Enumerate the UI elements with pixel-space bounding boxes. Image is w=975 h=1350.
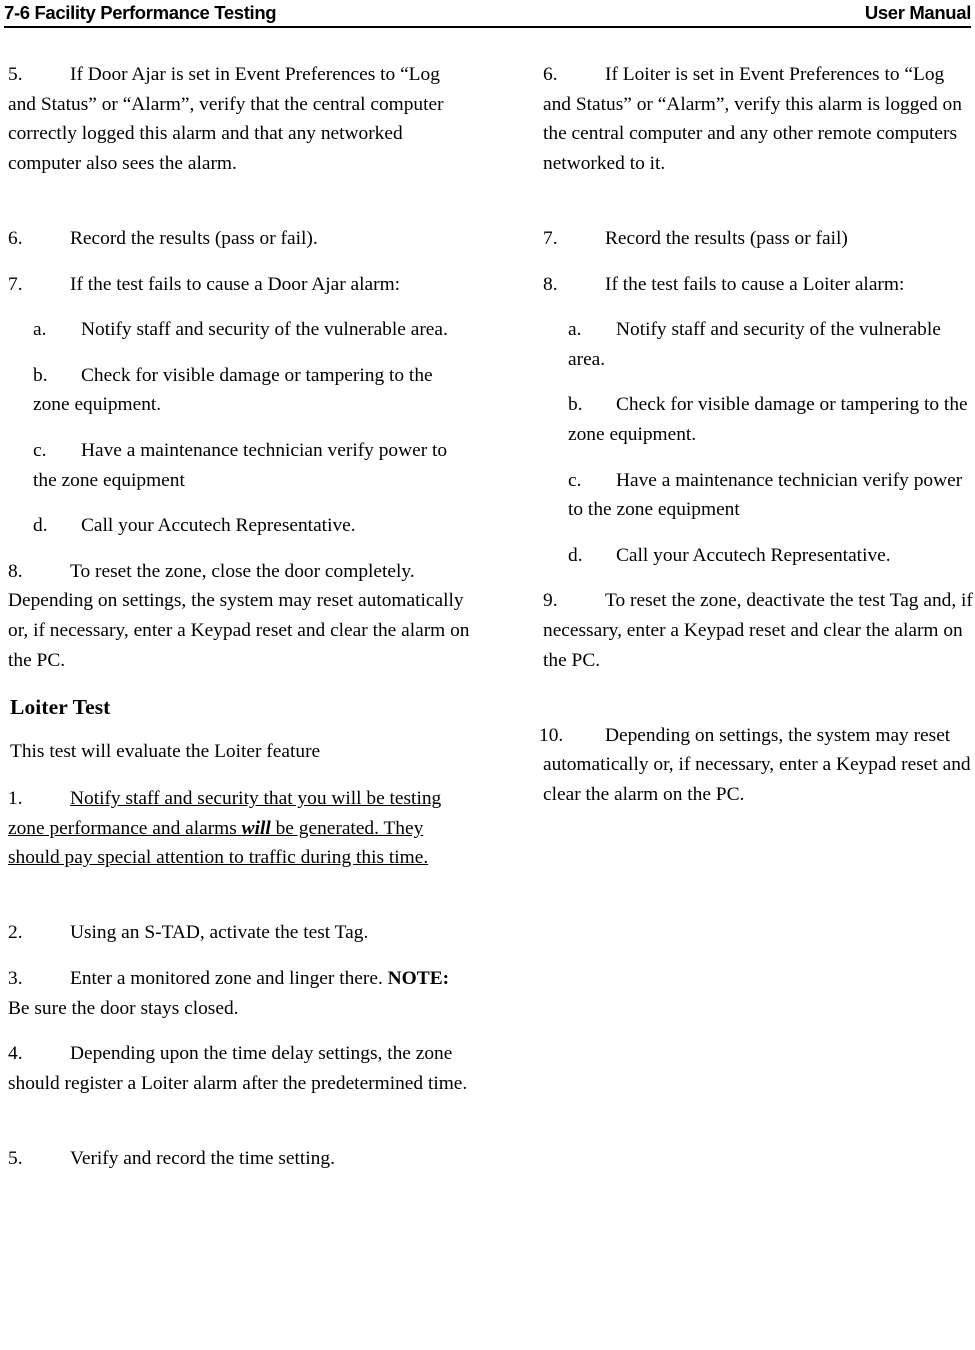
list-item: 3. Enter a monitored zone and linger the…	[8, 964, 470, 1023]
sub-list-item: c. Have a maintenance technician verify …	[33, 436, 470, 495]
sub-list-item-text: Have a maintenance technician verify pow…	[33, 439, 448, 491]
list-item: 6. Record the results (pass or fail).	[8, 224, 470, 254]
list-item-text-main: Enter a monitored zone and linger there.	[70, 968, 388, 990]
header-left-title: 7-6 Facility Performance Testing	[4, 2, 277, 23]
list-marker: 4.	[8, 1043, 23, 1065]
sub-list-item-text: Notify staff and security of the vulnera…	[568, 319, 941, 370]
list-marker: 5.	[8, 64, 23, 85]
emphasis-will: will	[241, 817, 271, 839]
list-marker: 2.	[8, 922, 23, 944]
header-right-title: User Manual	[864, 2, 972, 23]
list-item: 6. If Loiter is set in Event Preferences…	[543, 60, 973, 208]
sub-list-marker: d.	[568, 544, 583, 566]
sub-list-item: a. Notify staff and security of the vuln…	[33, 315, 470, 345]
sub-list-item-text: Call your Accutech Representative.	[81, 515, 356, 537]
list-item-text: Notify staff and security that you will …	[8, 788, 470, 898]
note-text: Be sure the door stays closed.	[8, 997, 239, 1019]
list-item: 4. Depending upon the time delay setting…	[8, 1039, 470, 1128]
sub-list-item: d. Call your Accutech Representative.	[33, 511, 470, 541]
sub-list-marker: a.	[568, 319, 582, 341]
list-item: 10. Depending on settings, the system ma…	[539, 721, 973, 839]
sub-list-item: a. Notify staff and security of the vuln…	[568, 315, 973, 374]
two-column-body: 5. If Door Ajar is set in Event Preferen…	[0, 60, 975, 1350]
list-item: 5. If Door Ajar is set in Event Preferen…	[8, 60, 470, 208]
header-rule-divider	[4, 26, 971, 28]
page-running-header: 7-6 Facility Performance Testing User Ma…	[0, 0, 975, 34]
list-item: 2. Using an S-TAD, activate the test Tag…	[8, 918, 470, 948]
list-item-text: Verify and record the time setting.	[70, 1148, 335, 1170]
sub-list-item: c. Have a maintenance technician verify …	[568, 466, 973, 525]
list-marker: 9.	[543, 590, 558, 612]
list-item: 5. Verify and record the time setting.	[8, 1144, 470, 1174]
sub-list-marker: c.	[33, 439, 47, 461]
list-marker: 5.	[8, 1148, 23, 1170]
note-label: NOTE:	[387, 968, 450, 990]
list-item-text: Depending on settings, the system may re…	[543, 724, 971, 805]
list-item: 8. To reset the zone, close the door com…	[8, 557, 470, 675]
list-marker: 7.	[543, 227, 558, 249]
list-item-text: Record the results (pass or fail)	[605, 227, 848, 249]
list-item: 7. If the test fails to cause a Door Aja…	[8, 270, 470, 300]
sub-list-item-text: Check for visible damage or tampering to…	[33, 364, 433, 416]
list-item-text: If the test fails to cause a Door Ajar a…	[70, 273, 401, 295]
list-item-text: If Door Ajar is set in Event Preferences…	[8, 64, 444, 174]
list-item-text: To reset the zone, close the door comple…	[8, 560, 470, 671]
sub-list-marker: c.	[568, 469, 582, 491]
list-item-text: Enter a monitored zone and linger there.…	[8, 968, 449, 1019]
list-item-text: Record the results (pass or fail).	[70, 227, 318, 249]
list-item-text: If the test fails to cause a Loiter alar…	[605, 273, 905, 295]
sub-list-marker: d.	[33, 515, 48, 537]
left-column: 5. If Door Ajar is set in Event Preferen…	[8, 60, 470, 1174]
sub-list-item: b. Check for visible damage or tampering…	[568, 390, 973, 449]
section-heading-loiter-test: Loiter Test	[10, 695, 111, 720]
list-item-text: To reset the zone, deactivate the test T…	[543, 590, 973, 671]
section-lead-paragraph: This test will evaluate the Loiter featu…	[10, 741, 321, 763]
list-item: 8. If the test fails to cause a Loiter a…	[543, 270, 973, 300]
list-item-text: Using an S-TAD, activate the test Tag.	[70, 922, 369, 944]
sub-list-marker: b.	[568, 394, 583, 416]
list-marker: 7.	[8, 273, 23, 295]
right-column: 6. If Loiter is set in Event Preferences…	[539, 60, 973, 839]
sub-list-marker: a.	[33, 319, 47, 341]
list-marker: 10.	[539, 724, 564, 746]
sub-list-item-text: Notify staff and security of the vulnera…	[81, 319, 448, 341]
sub-list-item-text: Have a maintenance technician verify pow…	[568, 469, 963, 521]
list-marker: 1.	[8, 788, 23, 810]
sub-list-item: d. Call your Accutech Representative.	[568, 541, 973, 571]
list-marker: 3.	[8, 968, 23, 990]
sub-list-item-text: Check for visible damage or tampering to…	[568, 394, 968, 445]
list-marker: 8.	[543, 273, 558, 295]
list-item: 1. Notify staff and security that you wi…	[8, 784, 470, 902]
sub-list-item: b. Check for visible damage or tampering…	[33, 361, 470, 420]
list-item-text: Depending upon the time delay settings, …	[8, 1043, 468, 1094]
list-item: 7. Record the results (pass or fail)	[543, 224, 973, 254]
sub-list-item-text: Call your Accutech Representative.	[616, 544, 891, 566]
list-marker: 8.	[8, 560, 23, 582]
list-marker: 6.	[543, 64, 558, 85]
list-item: 9. To reset the zone, deactivate the tes…	[543, 586, 973, 704]
sub-list-marker: b.	[33, 364, 48, 386]
list-marker: 6.	[8, 227, 23, 249]
list-item-text: If Loiter is set in Event Preferences to…	[543, 64, 962, 174]
